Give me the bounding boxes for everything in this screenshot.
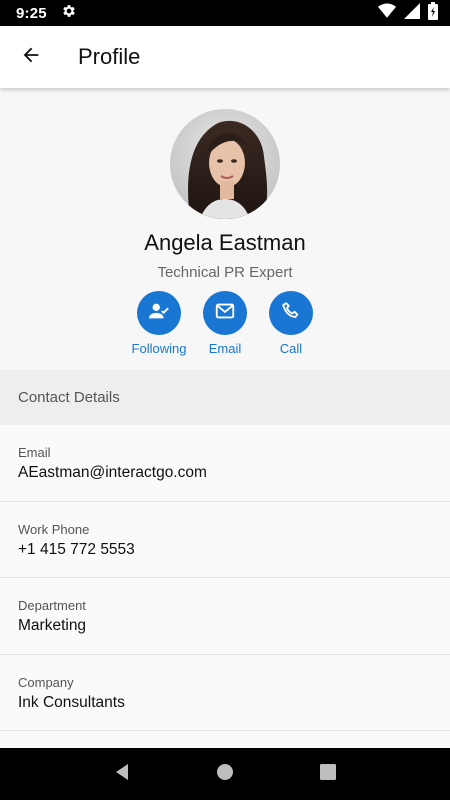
detail-row-email[interactable]: Email AEastman@interactgo.com [0, 425, 450, 502]
battery-icon [428, 1, 438, 25]
avatar [170, 109, 280, 219]
detail-label: Email [18, 445, 51, 460]
detail-label: Work Phone [18, 521, 90, 537]
person-check-icon [148, 300, 170, 327]
nav-recents-button[interactable] [308, 754, 348, 794]
settings-icon [61, 3, 77, 24]
contact-details-list: Email AEastman@interactgo.com Work Phone… [0, 425, 450, 731]
detail-row-work-phone[interactable]: Work Phone +1 415 772 5553 [0, 501, 450, 578]
detail-value: +1 415 772 5553 [18, 540, 135, 558]
detail-label: Company [18, 674, 74, 690]
email-circle[interactable] [203, 291, 247, 335]
profile-role: Technical PR Expert [157, 264, 293, 281]
back-triangle-icon [113, 763, 131, 786]
following-circle[interactable] [137, 291, 181, 335]
following-label: Following [131, 341, 187, 356]
wifi-icon [378, 3, 396, 24]
status-right [378, 1, 438, 25]
app-bar: Profile [0, 26, 450, 88]
signal-icon [404, 2, 420, 24]
page-title: Profile [78, 44, 141, 69]
phone-icon [280, 300, 302, 327]
detail-row-department[interactable]: Department Marketing [0, 578, 450, 655]
recents-square-icon [320, 763, 337, 785]
envelope-icon [214, 300, 236, 327]
detail-row-company[interactable]: Company Ink Consultants [0, 654, 450, 731]
back-button[interactable] [9, 35, 53, 79]
arrow-left-icon [20, 44, 42, 71]
contact-details-header: Contact Details [0, 370, 450, 425]
nav-back-button[interactable] [102, 754, 142, 794]
detail-label: Department [18, 598, 86, 613]
home-circle-icon [216, 763, 234, 786]
nav-home-button[interactable] [205, 754, 245, 794]
detail-value: Ink Consultants [18, 693, 125, 711]
status-time: 9:25 [16, 4, 47, 22]
status-left: 9:25 [16, 3, 77, 24]
profile-name: Angela Eastman [144, 230, 306, 255]
action-buttons: Following Email Call [126, 291, 324, 356]
email-button[interactable]: Email [192, 291, 258, 356]
detail-value: AEastman@interactgo.com [18, 464, 207, 481]
system-nav-bar [0, 748, 450, 800]
call-circle[interactable] [269, 291, 313, 335]
detail-value: Marketing [18, 617, 87, 634]
status-bar: 9:25 [0, 0, 450, 26]
following-button[interactable]: Following [126, 291, 192, 356]
call-label: Call [279, 341, 303, 356]
profile-header: Angela Eastman Technical PR Expert Follo… [0, 88, 450, 370]
call-button[interactable]: Call [258, 291, 324, 356]
email-label: Email [208, 341, 242, 356]
